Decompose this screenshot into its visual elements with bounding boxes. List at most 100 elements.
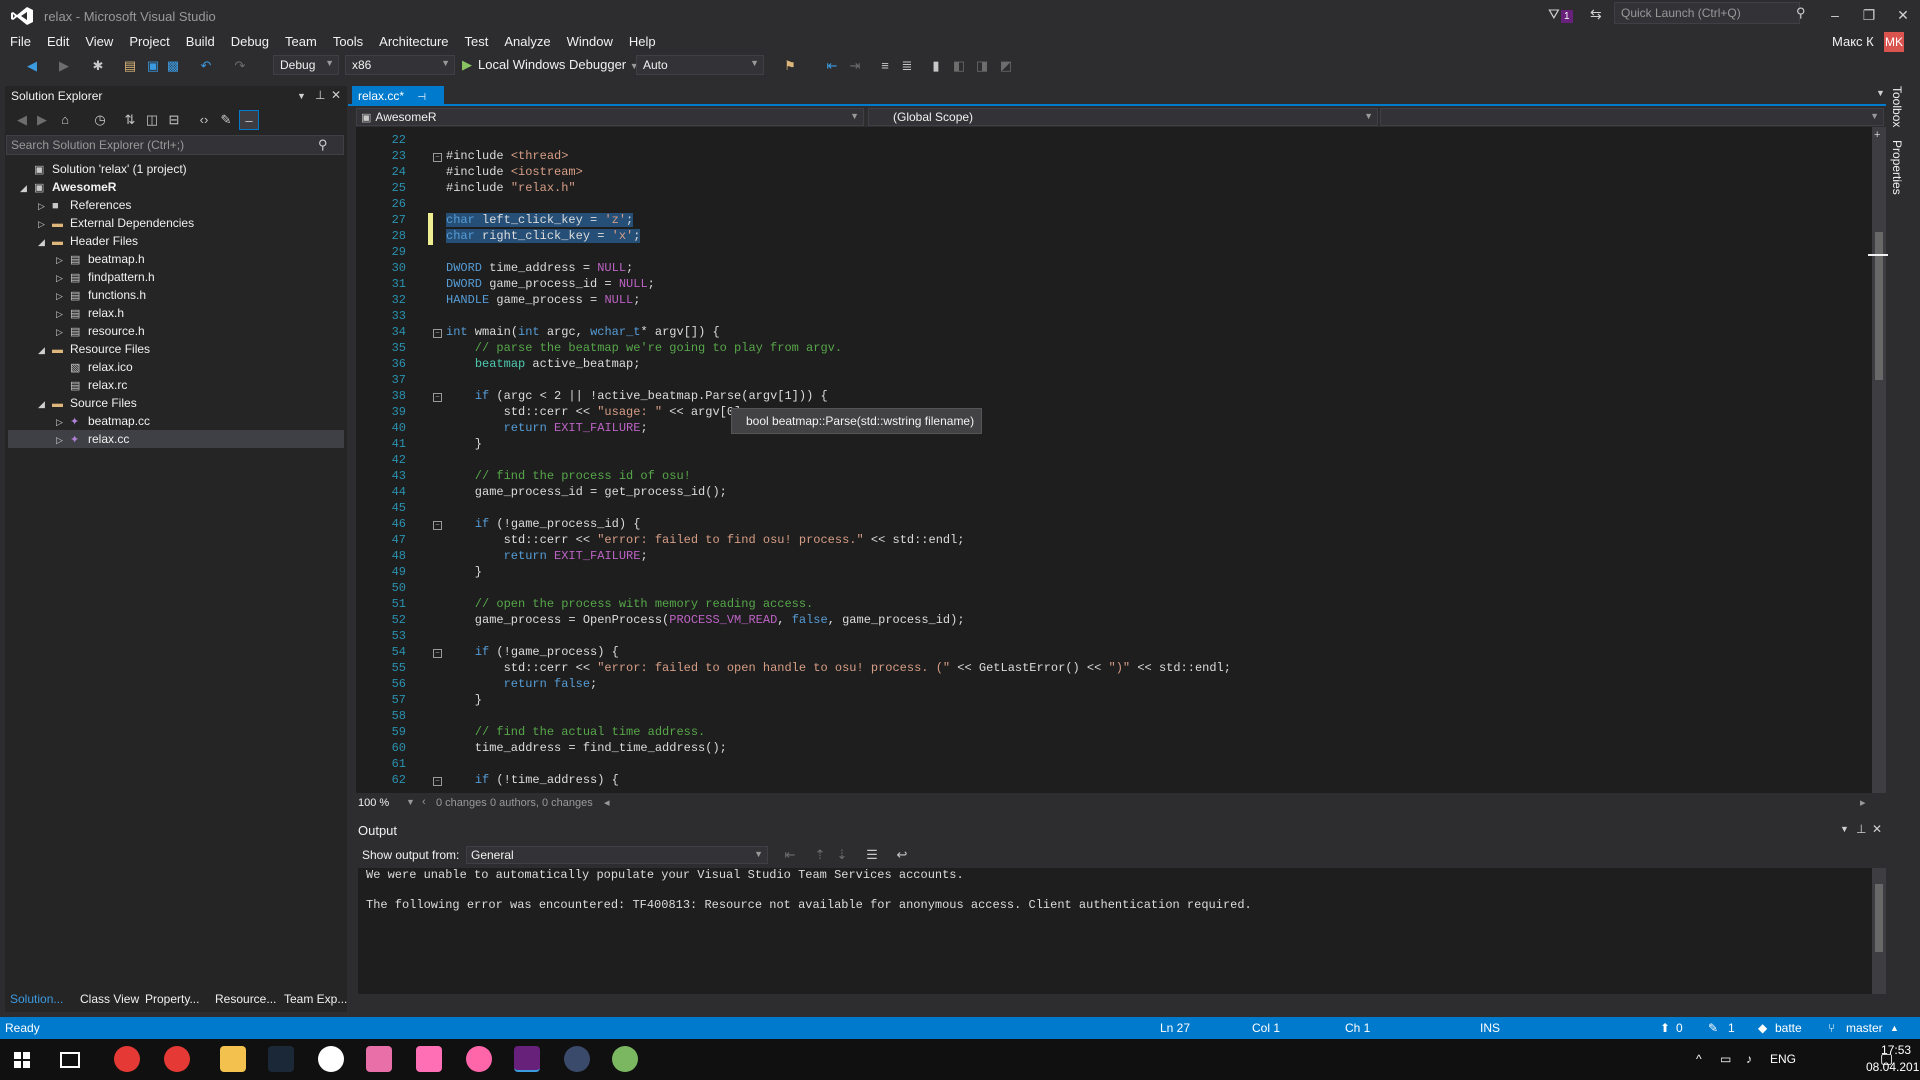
code-line[interactable] [446,244,1866,260]
status-insert-mode[interactable]: INS [1480,1017,1500,1039]
expand-arrow-icon[interactable]: ▷ [38,197,52,215]
configuration-select[interactable]: Debug ▼ [273,55,339,75]
visual-studio-taskbar-icon[interactable] [514,1046,540,1072]
scroll-left-icon[interactable]: ‹ [422,796,426,808]
minimize-button[interactable]: – [1820,4,1850,26]
preview-selected-icon[interactable]: – [239,110,259,130]
project-scope-select[interactable]: ▣ AwesomeR ▼ [356,108,864,126]
tab-toolbox[interactable]: Toolbox [1890,86,1904,127]
language-indicator[interactable]: ENG [1770,1052,1796,1066]
clear-bookmarks-icon[interactable]: ◩ [996,56,1016,76]
code-line[interactable]: return false; [446,676,1866,692]
code-line[interactable]: DWORD game_process_id = NULL; [446,276,1866,292]
expand-arrow-icon[interactable]: ▷ [56,287,70,305]
pin-icon[interactable]: ⊥ [1856,822,1866,836]
code-line[interactable] [446,452,1866,468]
collapse-region-icon[interactable]: − [433,649,442,658]
tree-item[interactable]: ▷ ▤ functions.h [20,286,146,304]
tree-item[interactable]: ▷ ▤ findpattern.h [20,268,155,286]
bookmark-icon[interactable]: ▮ [926,56,946,76]
scroll-left-icon[interactable]: ◂ [604,796,610,809]
tab-class-view[interactable]: Class View [80,992,139,1006]
branch-icon[interactable]: ⑂ [1828,1017,1835,1039]
code-line[interactable]: beatmap active_beatmap; [446,356,1866,372]
next-bookmark-icon[interactable]: ◨ [972,56,992,76]
code-line[interactable]: // parse the beatmap we're going to play… [446,340,1866,356]
pin-icon[interactable]: ⊥ [315,88,325,102]
menu-tools[interactable]: Tools [325,31,371,53]
tree-item[interactable]: ▤ relax.rc [20,376,127,394]
network-icon[interactable]: ▭ [1720,1052,1731,1066]
step-over-icon[interactable]: ⇥ [845,56,865,76]
code-line[interactable]: std::cerr << "error: failed to find osu!… [446,532,1866,548]
code-line[interactable]: // find the process id of osu! [446,468,1866,484]
tree-item[interactable]: ◢ ▬ Header Files [20,232,138,250]
output-horizontal-scrollbar[interactable] [356,994,1886,1008]
expand-arrow-icon[interactable]: ▷ [56,431,70,449]
window-position-icon[interactable]: ▼ [1840,824,1849,834]
collapse-arrow-icon[interactable]: ◢ [38,395,52,413]
pink-app-icon[interactable] [416,1046,442,1072]
windows-start-icon[interactable] [14,1052,30,1068]
home-icon[interactable]: ⌂ [55,110,75,130]
expand-arrow-icon[interactable]: ▷ [38,215,52,233]
back-icon[interactable]: ◀ [22,56,42,76]
code-line[interactable]: int wmain(int argc, wchar_t* argv[]) { [446,324,1866,340]
member-select[interactable]: ▼ [1380,108,1884,126]
code-line[interactable]: #include "relax.h" [446,180,1866,196]
code-line[interactable]: if (argc < 2 || !active_beatmap.Parse(ar… [446,388,1866,404]
code-line[interactable]: return EXIT_FAILURE; [446,420,1866,436]
code-line[interactable]: if (!time_address) { [446,772,1866,788]
solution-search-input[interactable]: Search Solution Explorer (Ctrl+;) [6,135,344,155]
properties-icon[interactable]: ✎ [216,110,236,130]
close-window-button[interactable]: ✕ [1888,4,1918,26]
search-app-icon[interactable] [114,1046,140,1072]
quick-launch-input[interactable]: Quick Launch (Ctrl+Q) [1614,2,1800,24]
clear-all-icon[interactable]: ☰ [862,845,882,865]
menu-window[interactable]: Window [559,31,621,53]
code-line[interactable]: char left_click_key = 'z'; [446,212,1866,228]
redo-icon[interactable]: ↷ [230,56,250,76]
menu-test[interactable]: Test [457,31,497,53]
window-position-icon[interactable]: ▼ [297,91,306,101]
collapse-all-icon[interactable]: ⊟ [164,110,184,130]
code-line[interactable]: game_process = OpenProcess(PROCESS_VM_RE… [446,612,1866,628]
status-char[interactable]: Ch 1 [1345,1017,1370,1039]
chevron-down-icon[interactable]: ▼ [406,797,415,807]
find-in-files-icon[interactable]: ⚑ [780,56,800,76]
expand-arrow-icon[interactable]: ▷ [56,251,70,269]
code-line[interactable]: } [446,436,1866,452]
code-line[interactable] [446,756,1866,772]
file-explorer-icon[interactable] [220,1046,246,1072]
start-debugging-button[interactable]: ▶ Local Windows Debugger ▼ [462,55,639,75]
code-line[interactable]: HANDLE game_process = NULL; [446,292,1866,308]
codelens-authors[interactable]: 0 authors, 0 changes [490,797,593,809]
menu-build[interactable]: Build [178,31,223,53]
code-line[interactable] [446,372,1866,388]
repository-name[interactable]: batte [1775,1017,1802,1039]
app-icon-2[interactable] [612,1046,638,1072]
code-line[interactable]: time_address = find_time_address(); [446,740,1866,756]
notifications-flag-icon[interactable]: ⛛ [1548,6,1560,23]
menu-file[interactable]: File [2,31,39,53]
collapse-arrow-icon[interactable]: ◢ [38,341,52,359]
forward-icon[interactable]: ▶ [32,110,52,130]
platform-select[interactable]: x86 ▼ [345,55,455,75]
voice-recorder-icon[interactable] [164,1046,190,1072]
feedback-icon[interactable]: ⇆ [1590,6,1602,23]
tree-item[interactable]: ◢ ▬ Resource Files [20,340,150,358]
tab-resource-view[interactable]: Resource... [215,992,276,1006]
pending-changes-icon[interactable]: ◫ [142,110,162,130]
avatar[interactable]: MK [1884,32,1904,52]
scope-select[interactable]: (Global Scope) ▼ [868,108,1378,126]
history-icon[interactable]: ◷ [90,110,110,130]
prev-message-icon[interactable]: ⇡ [810,845,830,865]
volume-icon[interactable]: ♪ [1746,1052,1752,1066]
expand-arrow-icon[interactable]: ▷ [56,323,70,341]
tree-item[interactable]: ◢ ▬ Source Files [20,394,137,412]
tree-item[interactable]: ▧ relax.ico [20,358,133,376]
pencil-icon[interactable]: ✎ [1708,1017,1718,1039]
forward-icon[interactable]: ▶ [54,56,74,76]
tab-overflow-icon[interactable]: ▼ [1876,88,1885,98]
code-line[interactable]: std::cerr << "usage: " << argv[0] [446,404,1866,420]
